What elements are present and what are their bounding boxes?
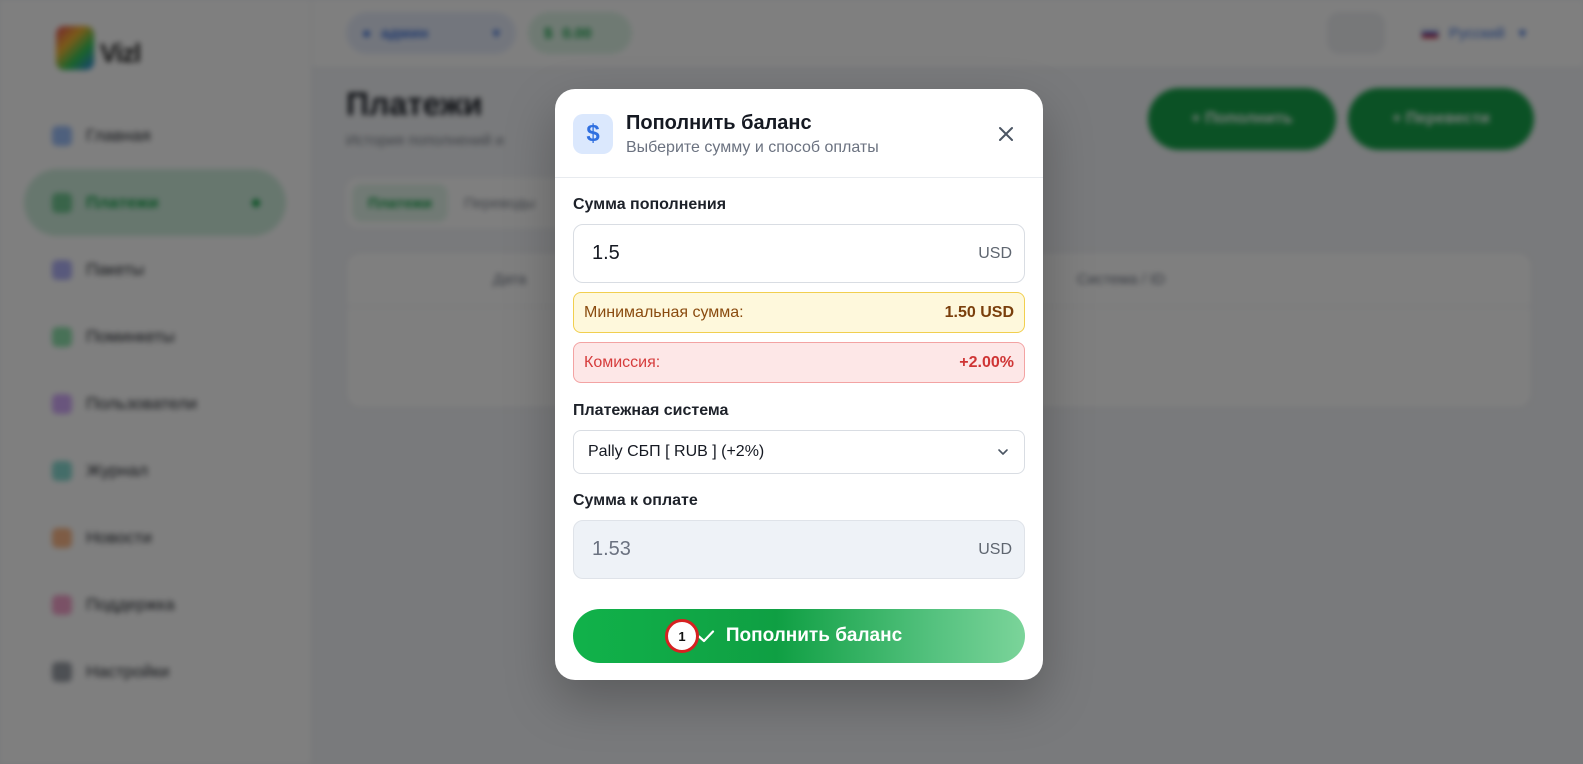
close-icon [999,127,1013,141]
payment-system-select[interactable]: Pally СБП [ RUB ] (+2%) [573,430,1025,474]
fee-value: +2.00% [959,353,1014,371]
close-button[interactable] [991,119,1021,149]
min-amount-value: 1.50 USD [944,303,1014,321]
pay-amount-value: 1.53 [592,538,631,560]
amount-input[interactable]: 1.5 USD [573,224,1025,283]
min-amount-notice: Минимальная сумма: 1.50 USD [573,292,1025,333]
modal-subtitle: Выберите сумму и способ оплаты [626,139,879,156]
amount-unit: USD [978,245,1012,262]
submit-topup-button[interactable]: 1 Пополнить баланс [573,609,1025,663]
modal-title: Пополнить баланс [626,112,812,134]
pay-amount-field: 1.53 USD [573,520,1025,579]
payment-system-label: Платежная система [573,402,729,419]
fee-notice: Комиссия: +2.00% [573,342,1025,383]
chevron-down-icon [998,449,1008,455]
pay-amount-unit: USD [978,541,1012,558]
submit-label: Пополнить баланс [725,625,903,646]
pay-amount-label: Сумма к оплате [573,492,698,509]
dollar-icon: $ [573,114,613,154]
fee-label: Комиссия: [584,353,661,371]
amount-label: Сумма пополнения [573,196,727,213]
topup-modal: $ Пополнить баланс Выберите сумму и спос… [555,89,1043,680]
amount-value: 1.5 [592,242,620,264]
payment-system-value: Pally СБП [ RUB ] (+2%) [588,443,765,460]
step-marker: 1 [665,619,699,653]
min-amount-label: Минимальная сумма: [584,303,744,321]
modal-header: $ Пополнить баланс Выберите сумму и спос… [555,89,1043,178]
